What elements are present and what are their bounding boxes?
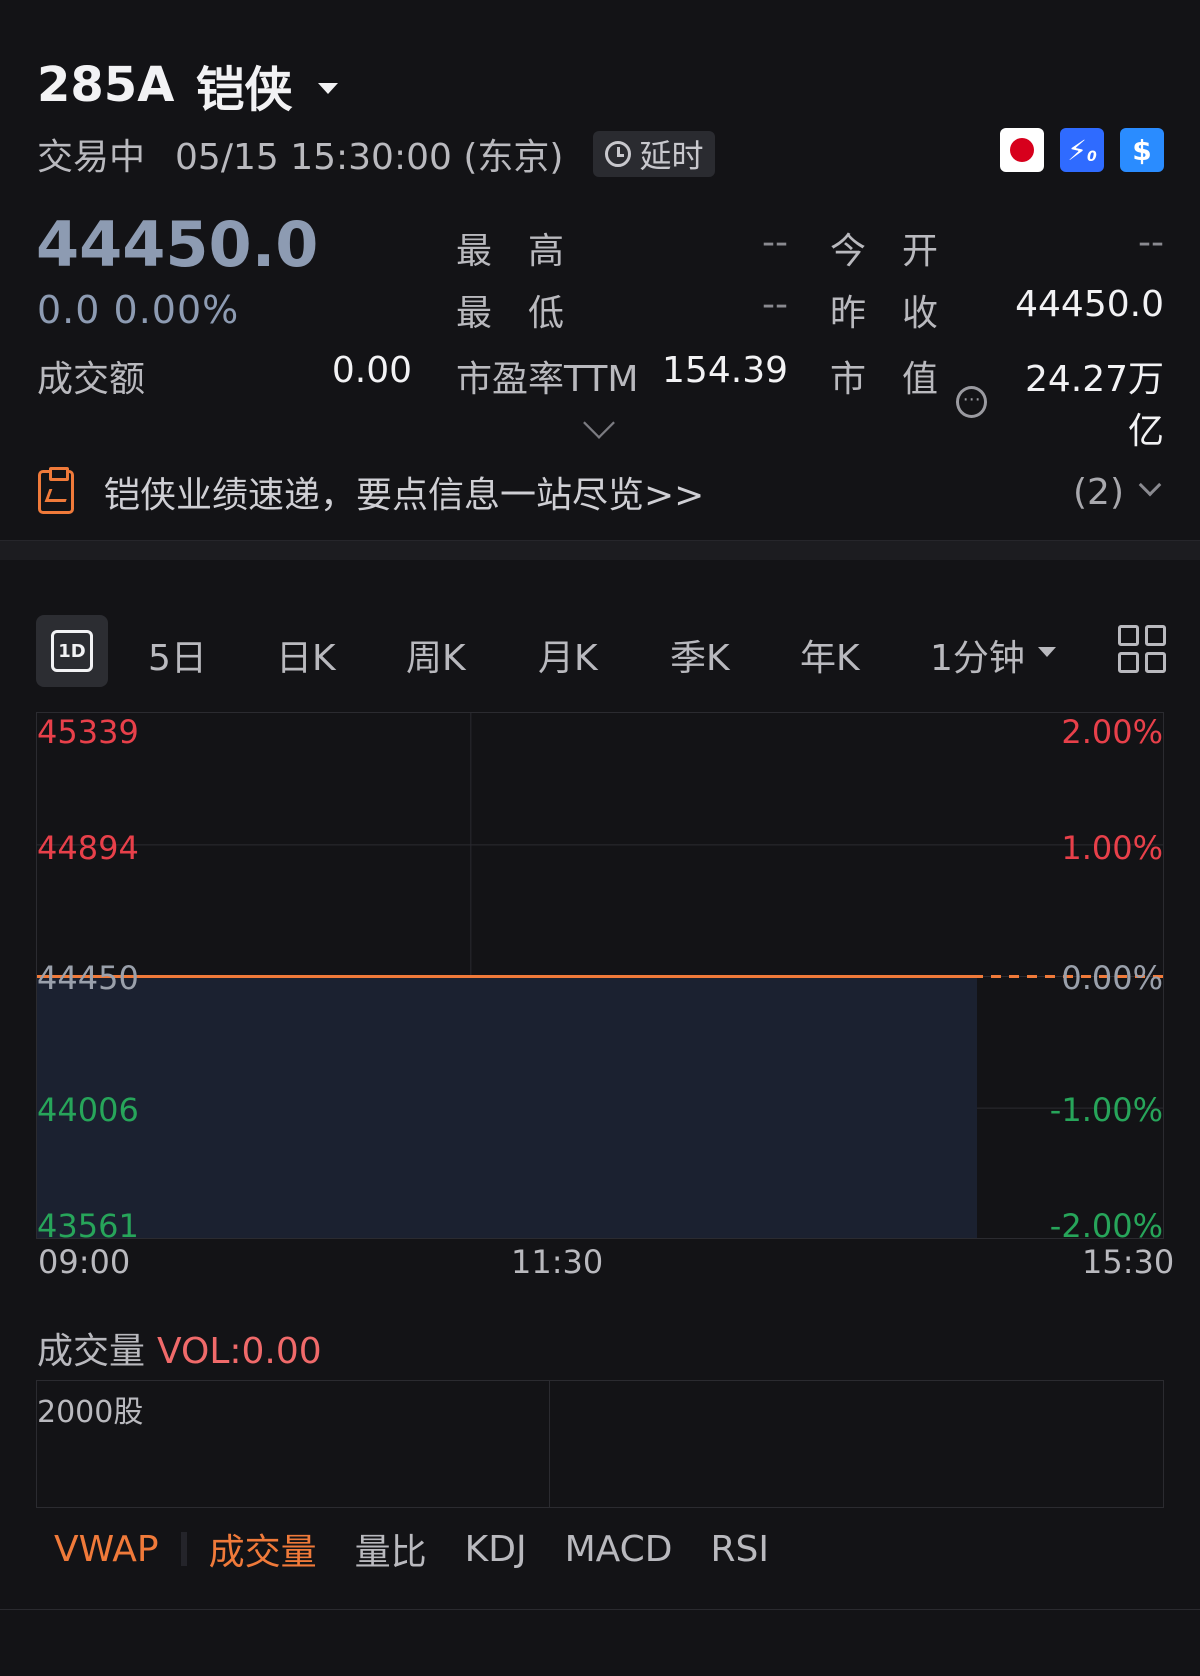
turnover-value: 0.00	[331, 350, 412, 391]
y-tick-left: 44006	[37, 1091, 139, 1129]
tab-1d-label: 1D	[51, 630, 93, 672]
report-clipboard-icon	[38, 467, 74, 514]
high-value: --	[762, 222, 788, 263]
indicator-kdj[interactable]: KDJ	[465, 1529, 527, 1570]
chevron-down-icon[interactable]	[1038, 647, 1056, 657]
low-value: --	[762, 284, 788, 325]
chart-svg	[37, 713, 1163, 1238]
price-change: 0.0 0.00%	[37, 288, 240, 332]
mktcap-value-wrap[interactable]: ⋯ 24.27万亿	[956, 350, 1164, 454]
y-tick-left: 43561	[37, 1207, 139, 1239]
notice-text: 铠侠业绩速递，要点信息一站尽览>>	[104, 475, 705, 516]
indicator-macd[interactable]: MACD	[565, 1529, 673, 1570]
market-icons: ⚡ 0 $	[1000, 128, 1164, 172]
x-tick-label: 15:30	[1082, 1243, 1175, 1281]
trading-status-row: 交易中 05/15 15:30:00 (东京) 延时	[37, 128, 716, 180]
period-tabs: 1D 5日 日K 周K 月K 季K 年K 1分钟	[36, 615, 1166, 687]
tab-monthly-k[interactable]: 月K	[538, 629, 598, 681]
mktcap-value: 24.27万亿	[1024, 359, 1164, 452]
grid-icon[interactable]	[1118, 625, 1166, 673]
last-price: 44450.0	[36, 208, 319, 281]
x-tick-label: 11:30	[511, 1243, 604, 1281]
price-area	[37, 976, 977, 1238]
y-tick-right: 2.00%	[1061, 713, 1163, 751]
indicator-volume-ratio[interactable]: 量比	[355, 1523, 427, 1575]
pe-value: 154.39	[662, 350, 788, 391]
clock-icon	[605, 141, 632, 167]
turnover-label: 成交额	[37, 359, 146, 400]
delay-badge[interactable]: 延时	[593, 131, 716, 177]
low-label: 最 低	[456, 293, 565, 334]
x-tick-label: 09:00	[38, 1243, 131, 1281]
indicator-volume[interactable]: 成交量	[209, 1523, 317, 1575]
stock-code: 285A	[37, 57, 175, 113]
trading-status: 交易中	[37, 137, 146, 178]
expand-chevron-icon[interactable]	[583, 407, 615, 439]
volume-chart[interactable]: 2000股	[36, 1380, 1164, 1508]
interval-select[interactable]: 1分钟	[930, 629, 1025, 681]
volume-label: 成交量	[37, 1331, 146, 1372]
indicator-vwap[interactable]: VWAP	[54, 1529, 159, 1570]
y-tick-left: 44894	[37, 829, 139, 867]
tab-weekly-k[interactable]: 周K	[406, 629, 466, 681]
delay-label: 延时	[639, 137, 704, 175]
tab-1d[interactable]: 1D	[36, 615, 108, 687]
bottom-divider	[0, 1609, 1200, 1610]
intraday-chart[interactable]: 45339 44894 44450 44006 43561 2.00% 1.00…	[36, 712, 1164, 1239]
japan-flag-icon[interactable]	[1000, 128, 1044, 172]
indicator-tabs: VWAP 成交量 量比 KDJ MACD RSI	[54, 1523, 807, 1575]
chevron-down-icon[interactable]	[318, 82, 339, 94]
y-tick-right: 1.00%	[1061, 829, 1163, 867]
y-tick-right: 0.00%	[1061, 959, 1163, 997]
y-tick-left: 45339	[37, 713, 139, 751]
stock-name: 铠侠	[196, 62, 293, 118]
dollar-icon[interactable]: $	[1120, 128, 1164, 172]
chevron-down-icon[interactable]	[1138, 473, 1162, 497]
quote-datetime: 05/15 15:30:00 (东京)	[175, 137, 564, 178]
y-tick-left: 44450	[37, 959, 139, 997]
section-divider	[0, 540, 1200, 560]
tab-daily-k[interactable]: 日K	[276, 629, 336, 681]
y-tick-right: -1.00%	[1049, 1091, 1163, 1129]
info-icon[interactable]: ⋯	[956, 386, 988, 418]
high-label: 最 高	[456, 231, 565, 272]
tab-quarterly-k[interactable]: 季K	[670, 629, 730, 681]
volume-value: VOL:0.00	[157, 1331, 322, 1372]
lightning-icon[interactable]: ⚡ 0	[1060, 128, 1104, 172]
volume-title: 成交量 VOL:0.00	[37, 1322, 322, 1374]
stock-title[interactable]: 285A 铠侠	[37, 50, 339, 120]
notice-count: (2)	[1073, 471, 1124, 513]
volume-scale: 2000股	[37, 1395, 144, 1430]
earnings-notice[interactable]: 铠侠业绩速递，要点信息一站尽览>> (2)	[38, 467, 1164, 517]
indicator-divider	[180, 1532, 187, 1566]
mktcap-label: 市 值	[830, 359, 939, 400]
y-tick-right: -2.00%	[1049, 1207, 1163, 1239]
prev-close-value: 44450.0	[1015, 284, 1164, 325]
tab-5day[interactable]: 5日	[148, 629, 207, 681]
volume-grid-line	[549, 1381, 550, 1507]
pe-label: 市盈率TTM	[456, 359, 639, 400]
prev-close-label: 昨 收	[830, 293, 939, 334]
indicator-rsi[interactable]: RSI	[711, 1529, 769, 1570]
open-value: --	[1138, 222, 1164, 263]
open-label: 今 开	[830, 231, 939, 272]
tab-yearly-k[interactable]: 年K	[800, 629, 860, 681]
